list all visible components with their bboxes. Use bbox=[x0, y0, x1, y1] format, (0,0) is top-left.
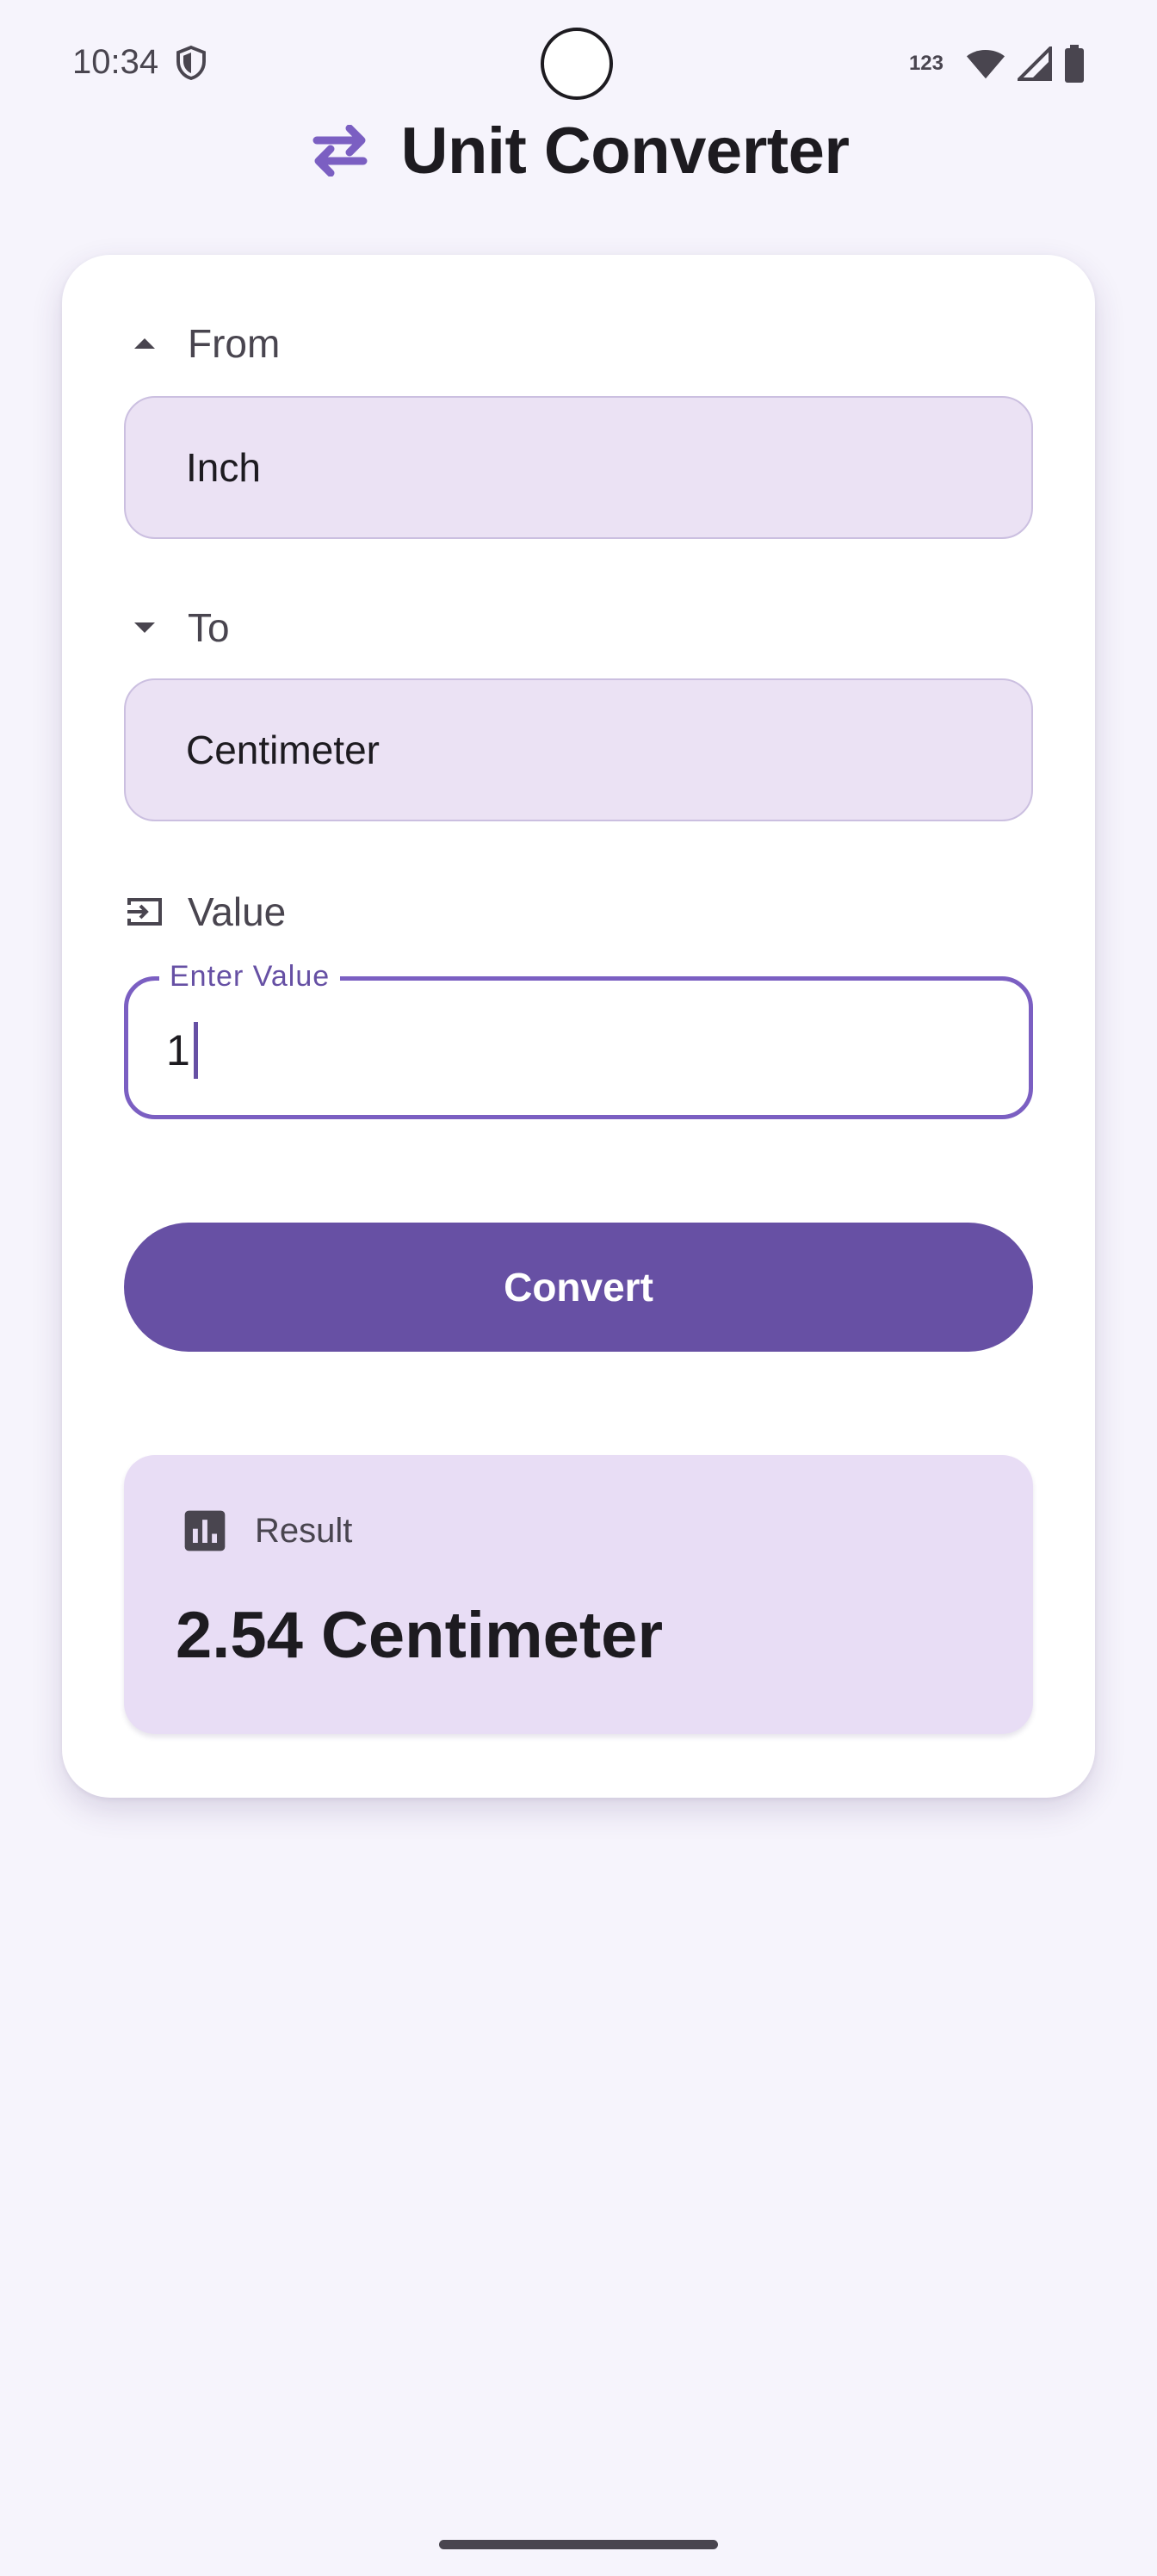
result-header: Result bbox=[181, 1507, 352, 1555]
status-icons: 123 bbox=[909, 45, 1085, 83]
from-label: From bbox=[188, 321, 281, 366]
from-unit-select[interactable]: Inch bbox=[124, 396, 1033, 539]
status-time: 10:34 bbox=[72, 43, 159, 81]
arrow-drop-up-icon bbox=[124, 323, 165, 364]
value-section-label: Value bbox=[124, 889, 286, 935]
camera-cutout bbox=[541, 28, 613, 100]
shield-icon bbox=[176, 45, 206, 81]
app-header: Unit Converter bbox=[0, 103, 1157, 198]
page-title: Unit Converter bbox=[400, 114, 850, 188]
converter-card: From Inch To Centimeter Value Enter Valu… bbox=[62, 255, 1095, 1798]
arrow-drop-down-icon bbox=[124, 607, 165, 648]
to-label: To bbox=[188, 605, 230, 650]
value-input[interactable]: Enter Value 1 bbox=[124, 960, 1033, 1119]
result-value: 2.54 Centimeter bbox=[176, 1599, 664, 1672]
convert-button-label: Convert bbox=[504, 1265, 653, 1310]
value-input-text[interactable]: 1 bbox=[166, 1025, 190, 1075]
from-unit-value: Inch bbox=[186, 445, 261, 490]
from-section-label: From bbox=[124, 320, 280, 367]
wifi-icon bbox=[966, 50, 1005, 79]
app-screen: 10:34 123 Unit Converter From Inch To Ce… bbox=[0, 0, 1157, 2576]
value-label: Value bbox=[188, 889, 287, 934]
text-cursor bbox=[193, 1022, 198, 1079]
cell-signal-icon bbox=[1018, 46, 1052, 81]
to-section-label: To bbox=[124, 604, 230, 651]
value-input-label: Enter Value bbox=[159, 960, 341, 994]
to-unit-select[interactable]: Centimeter bbox=[124, 678, 1033, 821]
swap-arrows-icon bbox=[312, 125, 368, 176]
bar-chart-icon bbox=[184, 1510, 226, 1551]
result-card: Result 2.54 Centimeter bbox=[124, 1455, 1033, 1734]
to-unit-value: Centimeter bbox=[186, 728, 380, 772]
input-icon bbox=[124, 891, 165, 932]
battery-icon bbox=[1065, 45, 1084, 83]
home-indicator[interactable] bbox=[439, 2540, 718, 2549]
result-label: Result bbox=[255, 1511, 353, 1550]
keyboard-indicator: 123 bbox=[908, 52, 944, 75]
value-input-text-wrap[interactable]: 1 bbox=[166, 1022, 198, 1079]
convert-button[interactable]: Convert bbox=[124, 1223, 1033, 1352]
